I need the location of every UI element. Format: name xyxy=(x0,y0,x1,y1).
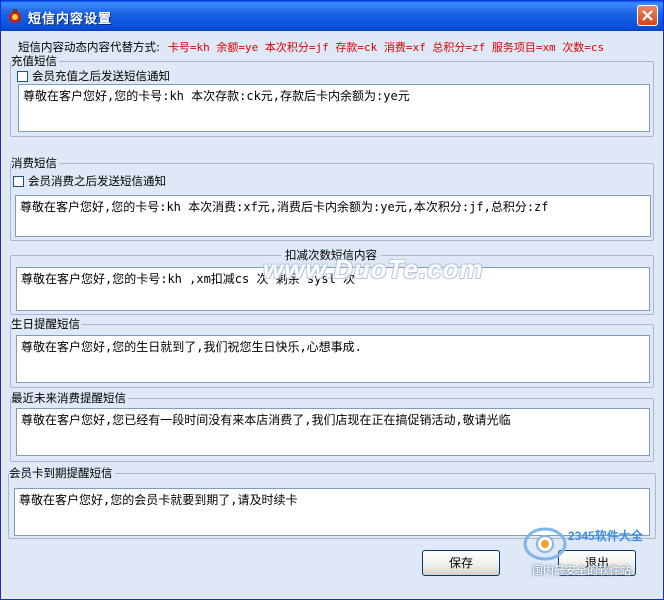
window-title: 短信内容设置 xyxy=(28,12,113,27)
recharge-checkbox-box[interactable] xyxy=(17,71,28,82)
recharge-sms-textbox[interactable]: 尊敬在客户您好,您的卡号:kh 本次存款:ck元,存款后卡内余额为:ye元 xyxy=(18,84,650,132)
inactive-group: 最近未来消费提醒短信 尊敬在客户您好,您已经有一段时间没有来本店消费了,我们店现… xyxy=(10,392,654,462)
recharge-checkbox-label: 会员充值之后发送短信通知 xyxy=(32,69,170,83)
brand-slogan: 国内最安全的软件站 xyxy=(532,564,631,577)
consume-group: 消费短信 会员消费之后发送短信通知 尊敬在客户您好,您的卡号:kh 本次消费:x… xyxy=(10,157,654,241)
consume-sms-textbox[interactable]: 尊敬在客户您好,您的卡号:kh 本次消费:xf元,消费后卡内余额为:ye元,本次… xyxy=(15,195,651,237)
title-bar[interactable]: 短信内容设置 xyxy=(1,1,663,31)
birthday-group-title: 生日提醒短信 xyxy=(11,317,82,331)
inactive-sms-textbox[interactable]: 尊敬在客户您好,您已经有一段时间没有来本店消费了,我们店现在正在搞促销活动,敬请… xyxy=(16,408,650,456)
brand-name: 2345软件大全 xyxy=(568,529,643,543)
hint-codes: 卡号=kh 余额=ye 本次积分=jf 存款=ck 消费=xf 总积分=zf 服… xyxy=(167,41,605,54)
save-button[interactable]: 保存 xyxy=(422,550,500,576)
recharge-group: 充值短信 会员充值之后发送短信通知 尊敬在客户您好,您的卡号:kh 本次存款:c… xyxy=(10,55,654,137)
consume-checkbox-label: 会员消费之后发送短信通知 xyxy=(28,174,166,188)
replacement-hint: 短信内容动态内容代替方式: 卡号=kh 余额=ye 本次积分=jf 存款=ck 消… xyxy=(18,39,604,55)
recharge-group-title: 充值短信 xyxy=(11,54,59,68)
inactive-group-title: 最近未来消费提醒短信 xyxy=(11,391,128,405)
birthday-sms-textbox[interactable]: 尊敬在客户您好,您的生日就到了,我们祝您生日快乐,心想事成. xyxy=(16,335,650,383)
brand-watermark: 2345软件大全 国内最安全的软件站 xyxy=(522,524,662,578)
app-icon xyxy=(9,9,21,23)
client-area: 短信内容动态内容代替方式: 卡号=kh 余额=ye 本次积分=jf 存款=ck 消… xyxy=(4,31,660,597)
dialog-window: 短信内容设置 短信内容动态内容代替方式: 卡号=kh 余额=ye 本次积分=jf … xyxy=(0,0,664,600)
consume-group-title: 消费短信 xyxy=(11,156,59,170)
birthday-group: 生日提醒短信 尊敬在客户您好,您的生日就到了,我们祝您生日快乐,心想事成. xyxy=(10,318,654,388)
recharge-notify-checkbox[interactable]: 会员充值之后发送短信通知 xyxy=(17,68,170,84)
brand-logo-icon xyxy=(523,527,567,561)
consume-checkbox-box[interactable] xyxy=(13,176,24,187)
consume-notify-checkbox[interactable]: 会员消费之后发送短信通知 xyxy=(13,173,166,189)
close-icon xyxy=(642,10,653,21)
hint-label: 短信内容动态内容代替方式: xyxy=(18,40,160,54)
watermark-text: www.DuoTe.com xyxy=(263,254,484,284)
expire-group-title: 会员卡到期提醒短信 xyxy=(9,466,115,480)
close-button[interactable] xyxy=(637,5,658,26)
